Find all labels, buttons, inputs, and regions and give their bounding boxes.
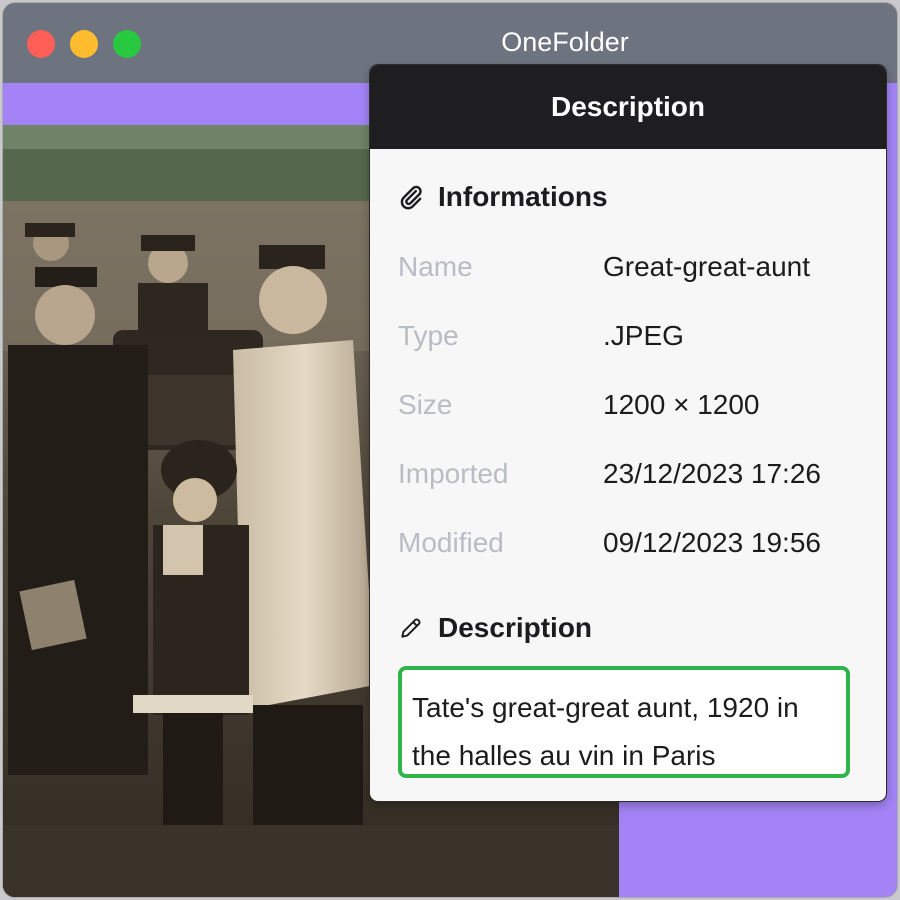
description-panel: Description Informations Name Great-grea…	[370, 65, 886, 801]
info-key: Size	[398, 389, 453, 420]
info-key: Name	[398, 251, 473, 282]
info-row-type: Type .JPEG	[398, 320, 868, 360]
app-window: OneFolder Description Informations Name …	[3, 3, 897, 897]
paperclip-icon	[400, 185, 422, 210]
info-row-imported: Imported 23/12/2023 17:26	[398, 458, 868, 498]
info-row-modified: Modified 09/12/2023 19:56	[398, 527, 868, 567]
info-value: .JPEG	[603, 320, 684, 351]
info-row-size: Size 1200 × 1200	[398, 389, 868, 429]
info-key: Modified	[398, 527, 504, 558]
info-key: Imported	[398, 458, 509, 489]
info-key: Type	[398, 320, 459, 351]
info-value: Great-great-aunt	[603, 251, 810, 282]
informations-heading-label: Informations	[438, 181, 608, 212]
description-heading-label: Description	[438, 612, 593, 643]
info-value: 23/12/2023 17:26	[603, 458, 821, 489]
info-value: 09/12/2023 19:56	[603, 527, 821, 558]
info-value: 1200 × 1200	[603, 389, 760, 420]
pencil-icon	[401, 618, 421, 638]
description-heading: Description	[398, 612, 592, 644]
window-title: OneFolder	[501, 27, 629, 57]
informations-heading: Informations	[398, 181, 608, 213]
info-row-name: Name Great-great-aunt	[398, 251, 868, 291]
panel-title: Description	[370, 65, 886, 149]
description-textarea[interactable]: Tate's great-great aunt, 1920 in the hal…	[398, 666, 850, 778]
